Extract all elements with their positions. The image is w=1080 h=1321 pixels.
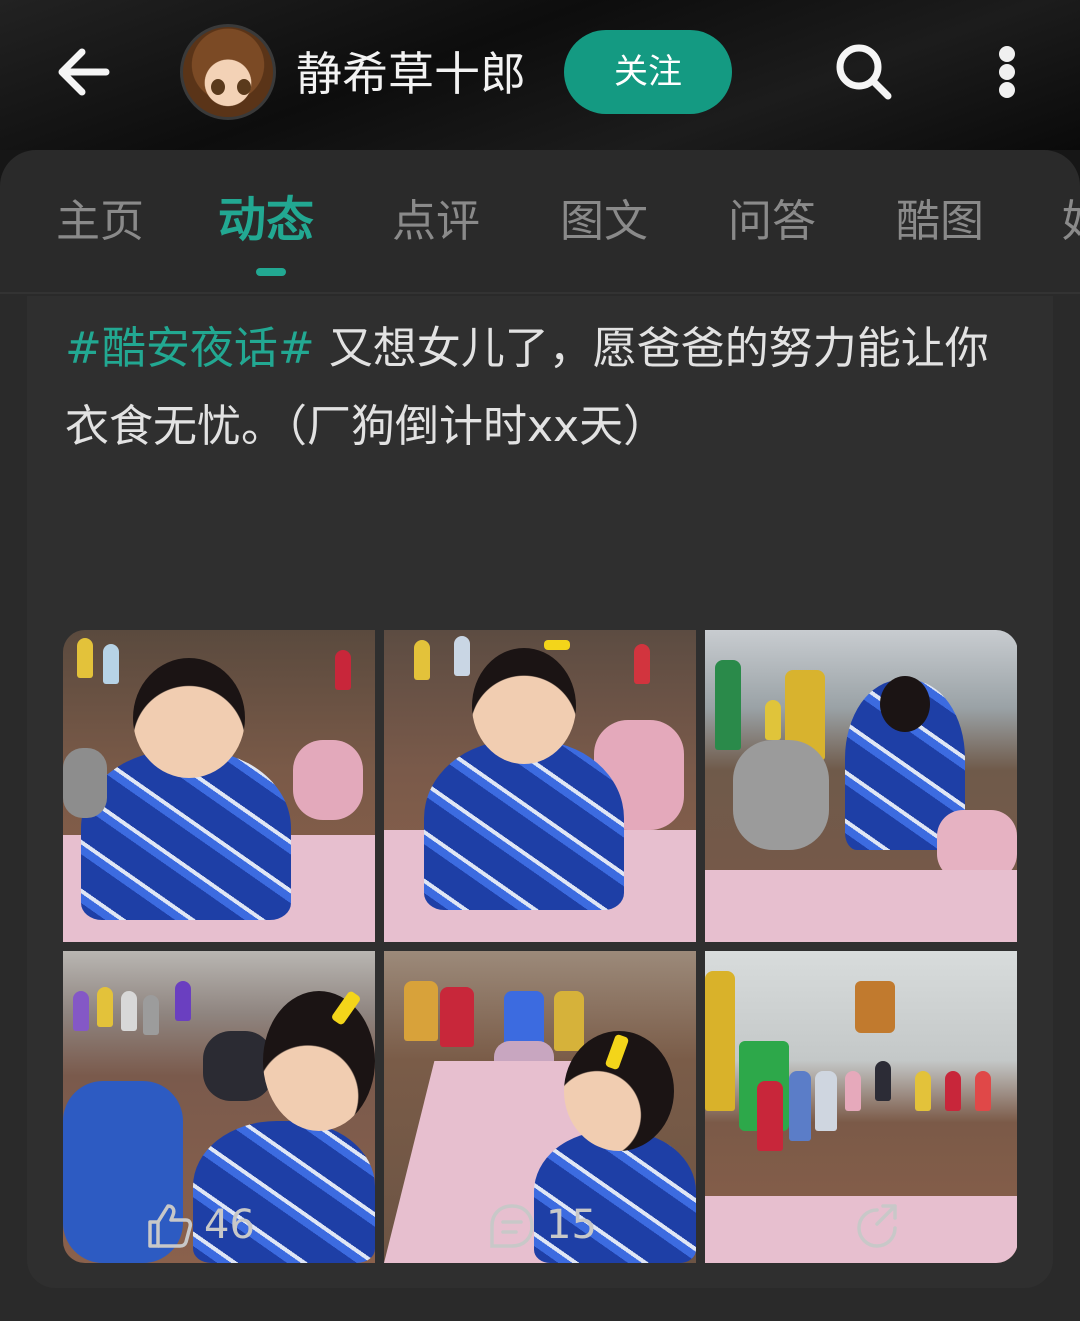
username[interactable]: 静希草十郎 (296, 44, 526, 104)
tab-indicator (256, 268, 286, 276)
post-actions: 46 15 (0, 1180, 1080, 1270)
thumbs-up-icon (148, 1204, 193, 1248)
search-icon (836, 44, 892, 100)
comment-count: 15 (546, 1202, 597, 1248)
top-bar: 静希草十郎 关注 (0, 0, 1080, 150)
tab-pictures[interactable]: 酷图 (896, 192, 984, 252)
back-button[interactable] (52, 40, 116, 104)
post-card[interactable]: #酷安夜话# 又想女儿了，愿爸爸的努力能让你衣食无忧。（厂狗倒计时xx天） (27, 296, 1053, 1288)
tab-articles[interactable]: 图文 (560, 192, 648, 252)
hashtag-link[interactable]: #酷安夜话# (65, 323, 315, 374)
back-arrow-icon (58, 48, 110, 96)
profile-panel: 主页 动态 点评 图文 问答 酷图 好 #酷安夜话# 又想女儿了，愿爸爸的努力能… (0, 150, 1080, 1321)
tab-home[interactable]: 主页 (56, 192, 144, 252)
share-icon (857, 1204, 897, 1248)
tab-qa[interactable]: 问答 (728, 192, 816, 252)
more-button[interactable] (990, 40, 1026, 104)
post-image[interactable] (384, 630, 696, 942)
post-image[interactable] (705, 630, 1017, 942)
tab-feed[interactable]: 动态 (218, 190, 314, 250)
search-button[interactable] (832, 40, 896, 104)
image-grid (63, 630, 1018, 1263)
tab-reviews[interactable]: 点评 (392, 192, 480, 252)
tab-more[interactable]: 好 (1062, 192, 1080, 252)
tab-bar: 主页 动态 点评 图文 问答 酷图 好 (0, 150, 1080, 294)
avatar[interactable] (180, 24, 276, 120)
post-text: #酷安夜话# 又想女儿了，愿爸爸的努力能让你衣食无忧。（厂狗倒计时xx天） (65, 310, 1025, 466)
post-image[interactable] (63, 630, 375, 942)
follow-button[interactable]: 关注 (564, 30, 732, 114)
comment-icon (490, 1204, 534, 1248)
like-count: 46 (204, 1202, 255, 1248)
